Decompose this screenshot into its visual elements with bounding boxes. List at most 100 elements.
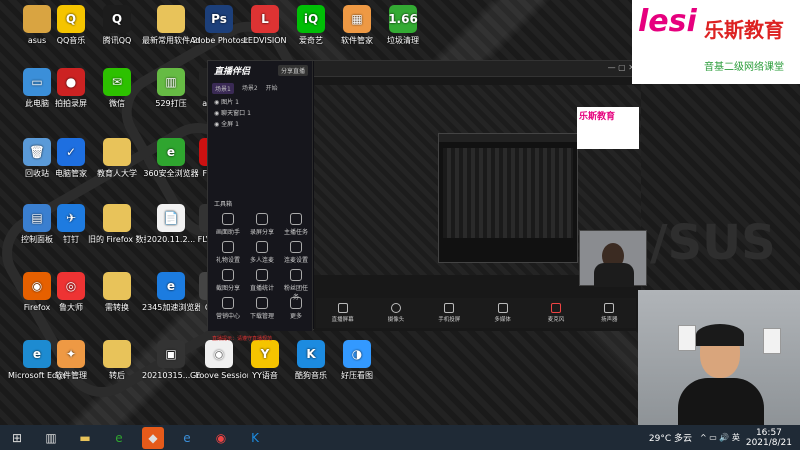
control-media[interactable]: 多媒体 [490, 303, 516, 323]
tool-icon [290, 269, 302, 281]
tool-icon [256, 241, 268, 253]
tool-button[interactable]: 营销中心 [214, 297, 242, 320]
desktop-icon-image: ✦ [57, 340, 85, 368]
control-screen[interactable]: 直播屏幕 [330, 303, 356, 323]
weather-widget[interactable]: 29°C 多云 [649, 431, 692, 444]
app-titlebar: — ▢ ✕ [314, 61, 641, 77]
scene-item[interactable]: ◉ 图片 1 [214, 97, 251, 108]
desktop-icon-image: ✉ [103, 68, 131, 96]
tool-label: 多人连麦 [249, 257, 274, 264]
chrome-icon[interactable]: ◉ [210, 427, 232, 449]
app-title: 直播伴侣 [214, 67, 251, 77]
live-streaming-app-window[interactable]: 直播伴侣 分享直播 场景1 场景2 开始 ◉ 图片 1 ◉ 聊天窗口 1 ◉ 全… [207, 60, 641, 342]
scene-tab[interactable]: 场景1 [212, 83, 234, 94]
tool-label: 主播任务 [283, 229, 308, 236]
preview-canvas: 乐斯教育 [314, 77, 641, 331]
desktop-icon-image [103, 138, 131, 166]
system-tray: 29°C 多云 ^ ▭ 🔊 英 16:57 2021/8/21 [649, 425, 800, 450]
desktop-icon[interactable]: ✉ 微信 [88, 68, 146, 108]
desktop-icon[interactable]: Q 腾讯QQ [88, 5, 146, 45]
taskbar: ⊞ ▥ ▬ e ◆ e ◉ K 29°C 多云 ^ ▭ 🔊 英 16:57 20… [0, 425, 800, 450]
desktop-icon-image: Ps [205, 5, 233, 33]
headset-icon [696, 324, 744, 346]
tool-label: 营销中心 [215, 313, 240, 320]
tool-button[interactable]: 多人连麦 [248, 241, 276, 264]
scene-item[interactable]: ◉ 聊天窗口 1 [214, 108, 251, 119]
tool-button[interactable]: 下载管理 [248, 297, 276, 320]
desktop-icon[interactable]: 教育人大学 [88, 138, 146, 178]
desktop-icon-image [103, 272, 131, 300]
desktop-icon-image: Y [251, 340, 279, 368]
tray-icons[interactable]: ^ ▭ 🔊 英 [700, 432, 740, 443]
scene-tab[interactable]: 开始 [266, 83, 278, 94]
desktop-icon[interactable]: 需转换 [88, 272, 146, 312]
tool-button[interactable]: 画面助手 [214, 213, 242, 236]
tool-icon [222, 213, 234, 225]
desktop-icon-image: ▣ [157, 340, 185, 368]
clock[interactable]: 16:57 2021/8/21 [746, 428, 792, 448]
desktop-icon-image: ▦ [343, 5, 371, 33]
desktop-icon-image: Q [103, 5, 131, 33]
tools-label: 工具箱 [214, 201, 233, 208]
desktop-icon[interactable]: 转后 [88, 340, 146, 380]
browser-360-icon[interactable]: e [108, 427, 130, 449]
scene-tab[interactable]: 场景2 [242, 83, 258, 94]
kugou-icon[interactable]: K [244, 427, 266, 449]
nested-logo-panel: 乐斯教育 [577, 107, 639, 149]
clock-time: 16:57 [755, 427, 782, 438]
tool-button[interactable]: 连麦设置 [282, 241, 310, 264]
tool-label: 画面助手 [215, 229, 240, 236]
desktop-icon[interactable]: 旧的 Firefox 数据 [88, 204, 146, 244]
desktop-icon-label: 转后 [109, 371, 125, 380]
live-notice: 直播提示：请遵守直播规范 [212, 336, 273, 342]
desktop-icon-image: ✓ [57, 138, 85, 166]
desktop-icon-image [103, 340, 131, 368]
file-explorer-icon[interactable]: ▬ [74, 427, 96, 449]
tool-icon [290, 297, 302, 309]
desktop-icon-label: 腾讯QQ [102, 36, 132, 45]
tool-button[interactable]: 录屏分享 [248, 213, 276, 236]
control-camera[interactable]: 摄像头 [383, 303, 409, 323]
window-controls[interactable]: — ▢ ✕ [608, 63, 635, 72]
desktop-icon-label: 微信 [109, 99, 125, 108]
teacher-camera-main [638, 290, 800, 425]
tool-label: 连麦设置 [283, 257, 308, 264]
brand-logo-overlay: lesi 乐斯教育 音基二级网络课堂 [632, 0, 800, 84]
brand-logo-text: 乐斯教育 [704, 18, 784, 42]
live-companion-icon[interactable]: ◆ [142, 426, 164, 449]
teacher-camera-thumbnail [579, 230, 647, 287]
windows-start-icon[interactable]: ⊞ [6, 427, 28, 449]
tool-button[interactable]: 截图分享 [214, 269, 242, 292]
tool-icon [256, 297, 268, 309]
tool-icon [290, 213, 302, 225]
tool-button[interactable]: 主播任务 [282, 213, 310, 236]
control-speaker[interactable]: 扬声器 [596, 303, 622, 323]
desktop-icon-image [103, 204, 131, 232]
app-tab-label[interactable]: 分享直播 [278, 65, 309, 76]
brand-logo-subtitle: 音基二级网络课堂 [704, 62, 784, 73]
desktop-icon[interactable]: ◑ 好压看图 [328, 340, 386, 380]
tool-button[interactable]: 礼物设置 [214, 241, 242, 264]
desktop-icon[interactable]: 1.66 垃圾清理 [374, 5, 432, 45]
desktop-icon-image: 1.66 [388, 5, 418, 33]
tool-label: 更多 [289, 313, 302, 320]
tool-icon [222, 297, 234, 309]
nested-preview-content [443, 148, 573, 238]
tool-button[interactable]: 更多 [282, 297, 310, 320]
desktop-icon-image: ● [57, 68, 85, 96]
nested-titlebar [439, 134, 579, 142]
scene-tabs: 场景1 场景2 开始 [212, 83, 278, 94]
desktop-icon-label: 教育人大学 [97, 169, 137, 178]
task-view-icon[interactable]: ▥ [40, 427, 62, 449]
tool-button[interactable]: 直播统计 [248, 269, 276, 292]
tool-label: 直播统计 [249, 285, 274, 292]
desktop-icon-label: 旧的 Firefox 数据 [88, 235, 146, 244]
clock-date: 2021/8/21 [745, 437, 792, 448]
scene-item[interactable]: ◉ 全屏 1 [214, 119, 251, 130]
ie-browser-icon[interactable]: e [176, 427, 198, 449]
control-mic[interactable]: 麦克风 [543, 303, 569, 323]
desktop-icon-image: Q [57, 5, 85, 33]
nested-logo-text: 乐斯教育 [579, 112, 616, 122]
control-phone[interactable]: 手机投屏 [436, 303, 462, 323]
tool-icon [222, 241, 234, 253]
